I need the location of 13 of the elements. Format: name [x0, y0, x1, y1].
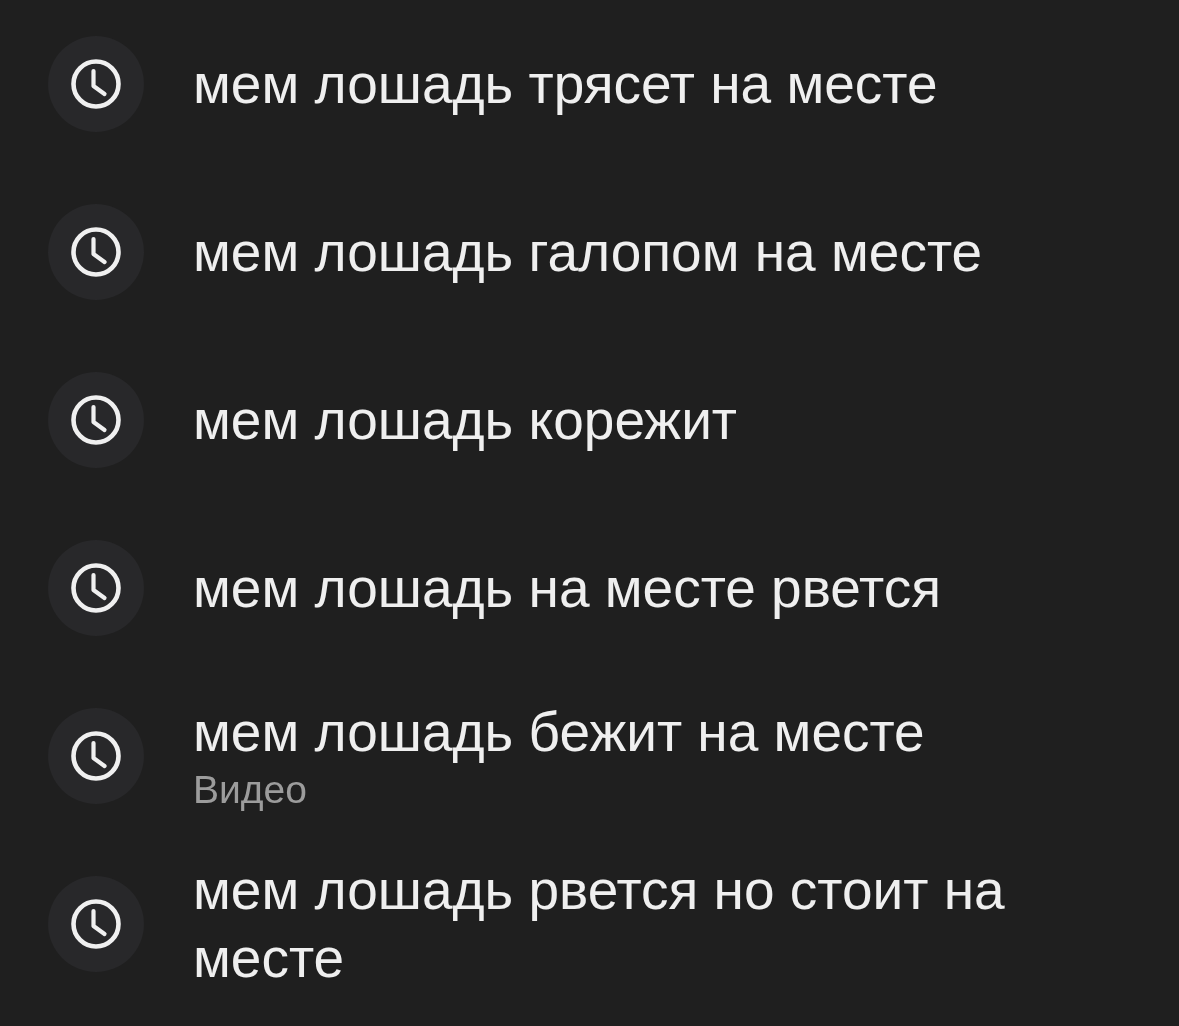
clock-icon: [48, 876, 144, 972]
clock-icon: [48, 36, 144, 132]
clock-icon: [48, 540, 144, 636]
suggestion-subtitle: Видео: [193, 767, 307, 813]
suggestion-text[interactable]: мем лошадь корежит: [193, 386, 738, 454]
clock-icon: [48, 204, 144, 300]
suggestion-text[interactable]: мем лошадь бежит на месте: [193, 698, 925, 766]
suggestion-text[interactable]: мем лошадь рвется но стоит на месте: [193, 856, 1073, 992]
suggestion-text[interactable]: мем лошадь галопом на месте: [193, 218, 983, 286]
clock-icon: [48, 708, 144, 804]
suggestion-text[interactable]: мем лошадь на месте рвется: [193, 554, 941, 622]
clock-icon: [48, 372, 144, 468]
suggestion-text[interactable]: мем лошадь трясет на месте: [193, 50, 938, 118]
